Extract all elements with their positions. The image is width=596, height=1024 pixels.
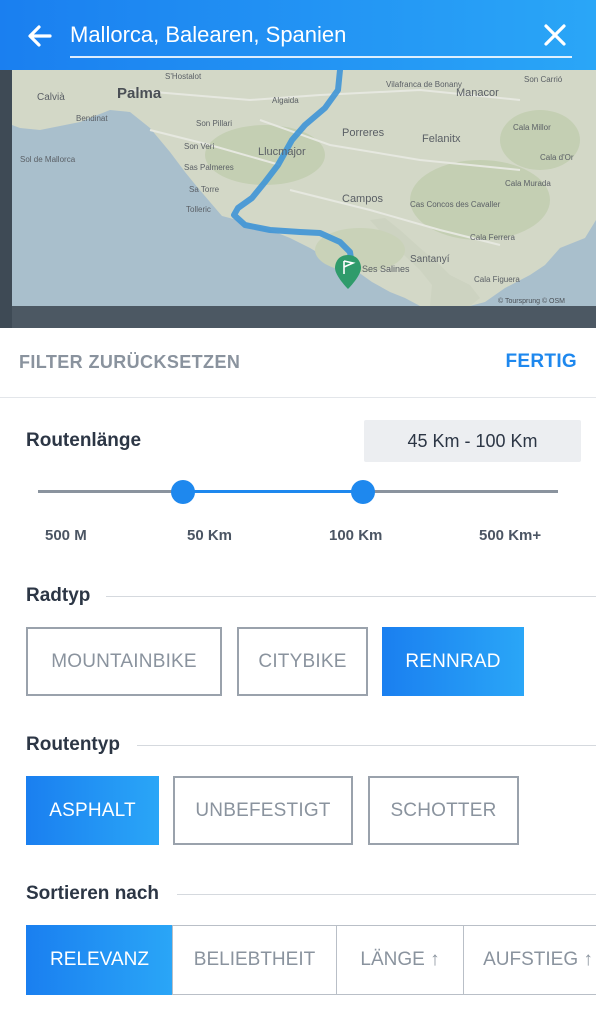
map-label: Bendinat: [76, 114, 108, 123]
bike-type-label: Radtyp: [26, 585, 91, 606]
slider-thumb-min[interactable]: [171, 480, 195, 504]
close-icon[interactable]: [540, 20, 570, 50]
map-label: Calvià: [37, 92, 65, 103]
map-label: Llucmajor: [258, 146, 306, 158]
route-length-slider[interactable]: [38, 478, 558, 506]
map-label: Ses Salines: [362, 264, 410, 274]
route-length-label: Routenlänge: [26, 430, 142, 451]
bike-type-rennrad[interactable]: RENNRAD: [382, 627, 524, 696]
sort-relevanz[interactable]: RELEVANZ: [26, 925, 173, 995]
section-divider: [177, 894, 596, 895]
map-label: Son Pillari: [196, 119, 232, 128]
map-label: Son Veri: [184, 142, 214, 151]
slider-track-active: [183, 490, 363, 493]
map-label: Cala d'Or: [540, 153, 574, 162]
bike-type-mountainbike[interactable]: MOUNTAINBIKE: [26, 627, 222, 696]
location-search-input[interactable]: Mallorca, Balearen, Spanien: [70, 14, 572, 58]
map-label: Sas Palmeres: [184, 163, 234, 172]
slider-tick-label: 50 Km: [187, 527, 233, 544]
slider-tick-label: 100 Km: [329, 527, 383, 544]
app-header: Mallorca, Balearen, Spanien: [0, 0, 596, 70]
route-type-unbefestigt[interactable]: UNBEFESTIGT: [173, 776, 353, 845]
map-label: Sa Torre: [189, 185, 220, 194]
map-label: Algaida: [272, 96, 299, 105]
map-label: Cala Ferrera: [470, 233, 515, 242]
map-label: S'Hostalot: [165, 72, 202, 81]
slider-tick-label: 500 Km+: [479, 527, 542, 544]
map-label: Manacor: [456, 87, 499, 99]
sort-aufstieg[interactable]: AUFSTIEG ↑: [463, 925, 596, 995]
slider-tick-label: 500 M: [45, 527, 87, 544]
slider-thumb-max[interactable]: [351, 480, 375, 504]
done-button[interactable]: FERTIG: [506, 351, 577, 373]
map-label: Campos: [342, 193, 383, 205]
route-type-label: Routentyp: [26, 734, 120, 755]
location-search-value[interactable]: Mallorca, Balearen, Spanien: [70, 22, 346, 48]
map-label: Cala Murada: [505, 179, 551, 188]
back-arrow-icon[interactable]: [24, 20, 56, 52]
route-type-asphalt[interactable]: ASPHALT: [26, 776, 159, 845]
sort-label: Sortieren nach: [26, 883, 160, 904]
map-label: Cala Millor: [513, 123, 551, 132]
map-label: Cas Concos des Cavaller: [410, 200, 501, 209]
map-label-palma: Palma: [117, 85, 162, 102]
sort-laenge[interactable]: LÄNGE ↑: [336, 925, 464, 995]
map-label: Santanyí: [410, 254, 450, 265]
map-label: Vilafranca de Bonany: [386, 80, 462, 89]
map-label: Sol de Mallorca: [20, 155, 76, 164]
map-label: Cala Figuera: [474, 275, 520, 284]
map-label: Son Carrió: [524, 75, 563, 84]
route-length-range-value: 45 Km - 100 Km: [364, 420, 581, 462]
map-label: Tolleric: [186, 205, 211, 214]
map-label: Felanitx: [422, 133, 461, 145]
route-map[interactable]: Palma Calvià Llucmajor Manacor Porreres …: [0, 70, 596, 328]
sort-segmented-control: RELEVANZ BELIEBTHEIT LÄNGE ↑ AUFSTIEG ↑: [26, 925, 596, 995]
route-type-schotter[interactable]: SCHOTTER: [368, 776, 519, 845]
sort-beliebtheit[interactable]: BELIEBTHEIT: [172, 925, 337, 995]
section-divider: [106, 596, 596, 597]
map-label: Porreres: [342, 127, 385, 139]
reset-filter-button[interactable]: FILTER ZURÜCKSETZEN: [19, 352, 240, 373]
bike-type-citybike[interactable]: CITYBIKE: [237, 627, 368, 696]
filter-bar: FILTER ZURÜCKSETZEN FERTIG: [0, 328, 596, 398]
section-divider: [137, 745, 596, 746]
map-attribution: © Toursprung © OSM: [498, 297, 565, 305]
